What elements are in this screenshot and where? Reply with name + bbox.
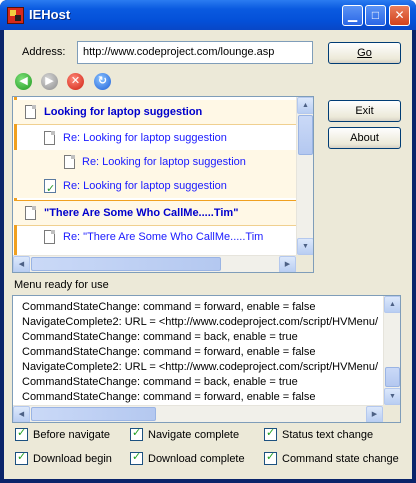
checkbox-label: Status text change (282, 429, 374, 441)
scroll-up-icon[interactable]: ▲ (297, 97, 313, 114)
checkbox-label: Before navigate (33, 429, 111, 441)
scroll-left-icon[interactable]: ◀ (13, 406, 30, 422)
log-line: CommandStateChange: command = back, enab… (22, 376, 298, 388)
tree-node-label[interactable]: Re: Looking for laptop suggestion (63, 126, 227, 150)
tree-node[interactable]: Re: Looking for laptop suggestion (13, 150, 296, 174)
title-bar[interactable]: IEHost ▁ □ ✕ (0, 0, 416, 30)
minimize-icon: ▁ (347, 8, 358, 22)
scroll-down-icon[interactable]: ▼ (297, 238, 313, 255)
tree-vertical-scrollbar[interactable]: ▲ ▼ (296, 97, 313, 255)
checkbox-checked-icon[interactable] (264, 426, 277, 441)
checkbox-checked-icon[interactable] (264, 450, 277, 465)
tree-divider (17, 124, 296, 125)
tree-horizontal-scrollbar[interactable]: ◀ ▶ (13, 255, 296, 272)
stop-icon[interactable]: ✕ (67, 73, 84, 90)
tree-node-label[interactable]: Re: Looking for laptop suggestion (82, 150, 246, 174)
exit-button[interactable]: Exit (328, 100, 401, 122)
document-icon (25, 105, 36, 119)
go-button-label: Go (357, 47, 372, 59)
log-vertical-scrollbar[interactable]: ▲ ▼ (383, 296, 400, 405)
message-tree[interactable]: Looking for laptop suggestion Re: Lookin… (12, 96, 314, 273)
tree-node[interactable]: Re: "There Are Some Who CallMe.....Tim (13, 225, 296, 249)
scroll-up-icon[interactable]: ▲ (384, 296, 400, 313)
address-input[interactable]: http://www.codeproject.com/lounge.asp (77, 41, 313, 64)
window-title: IEHost (29, 7, 71, 22)
read-document-icon (44, 177, 56, 201)
scroll-left-icon[interactable]: ◀ (13, 256, 30, 272)
document-icon (44, 230, 55, 244)
close-button[interactable]: ✕ (389, 5, 410, 26)
log-line: NavigateComplete2: URL = <http://www.cod… (22, 361, 379, 373)
before-navigate-checkbox[interactable]: Before navigate (15, 426, 125, 443)
checkbox-checked-icon[interactable] (130, 426, 143, 441)
checkbox-checked-icon[interactable] (15, 450, 28, 465)
checkbox-label: Download begin (33, 453, 112, 465)
close-icon: ✕ (394, 8, 405, 22)
checkbox-label: Command state change (282, 453, 399, 465)
scroll-right-icon[interactable]: ▶ (366, 406, 383, 422)
document-icon (64, 155, 75, 169)
scroll-right-icon[interactable]: ▶ (279, 256, 296, 272)
status-text-change-checkbox[interactable]: Status text change (264, 426, 392, 443)
scroll-thumb[interactable] (31, 257, 221, 271)
scrollbar-corner (383, 405, 400, 422)
back-icon[interactable]: ◀ (15, 73, 32, 90)
log-line: CommandStateChange: command = forward, e… (22, 391, 316, 403)
tree-node-label[interactable]: Re: Looking for laptop suggestion (63, 174, 227, 198)
forward-icon[interactable]: ▶ (41, 73, 58, 90)
log-line: CommandStateChange: command = back, enab… (22, 331, 298, 343)
refresh-icon[interactable]: ↻ (94, 73, 111, 90)
tree-node[interactable]: "There Are Some Who CallMe.....Tim" (13, 201, 296, 225)
tree-node[interactable]: Re: Looking for laptop suggestion (13, 174, 296, 201)
tree-node[interactable]: Looking for laptop suggestion (13, 100, 296, 124)
about-button-label: About (350, 132, 379, 144)
event-log[interactable]: CommandStateChange: command = forward, e… (12, 295, 401, 423)
checkbox-label: Navigate complete (148, 429, 240, 441)
document-icon (25, 206, 36, 220)
command-state-change-checkbox[interactable]: Command state change (264, 450, 404, 467)
navigate-complete-checkbox[interactable]: Navigate complete (130, 426, 250, 443)
tree-node[interactable]: Re: Looking for laptop suggestion (13, 126, 296, 150)
checkbox-checked-icon[interactable] (15, 426, 28, 441)
download-complete-checkbox[interactable]: Download complete (130, 450, 250, 467)
maximize-icon: □ (371, 8, 380, 22)
log-line: NavigateComplete2: URL = <http://www.cod… (22, 316, 379, 328)
scroll-thumb[interactable] (31, 407, 156, 421)
go-button[interactable]: Go (328, 42, 401, 64)
log-horizontal-scrollbar[interactable]: ◀ ▶ (13, 405, 383, 422)
scrollbar-corner (296, 255, 313, 272)
tree-node-label[interactable]: "There Are Some Who CallMe.....Tim" (44, 201, 238, 225)
download-begin-checkbox[interactable]: Download begin (15, 450, 125, 467)
log-line: CommandStateChange: command = forward, e… (22, 301, 316, 313)
checkbox-label: Download complete (148, 453, 245, 465)
address-label: Address: (22, 46, 66, 58)
document-icon (44, 131, 55, 145)
about-button[interactable]: About (328, 127, 401, 149)
maximize-button[interactable]: □ (365, 5, 386, 26)
tree-node-label[interactable]: Looking for laptop suggestion (44, 100, 202, 124)
scroll-down-icon[interactable]: ▼ (384, 388, 400, 405)
address-input-value: http://www.codeproject.com/lounge.asp (83, 46, 275, 58)
exit-button-label: Exit (355, 105, 374, 117)
status-text: Menu ready for use (14, 279, 109, 291)
app-icon[interactable] (7, 7, 24, 24)
minimize-button[interactable]: ▁ (342, 5, 363, 26)
log-line: CommandStateChange: command = forward, e… (22, 346, 316, 358)
tree-node-label[interactable]: Re: "There Are Some Who CallMe.....Tim (63, 225, 263, 249)
checkbox-checked-icon[interactable] (130, 450, 143, 465)
scroll-thumb[interactable] (385, 367, 400, 387)
scroll-thumb[interactable] (298, 115, 313, 155)
